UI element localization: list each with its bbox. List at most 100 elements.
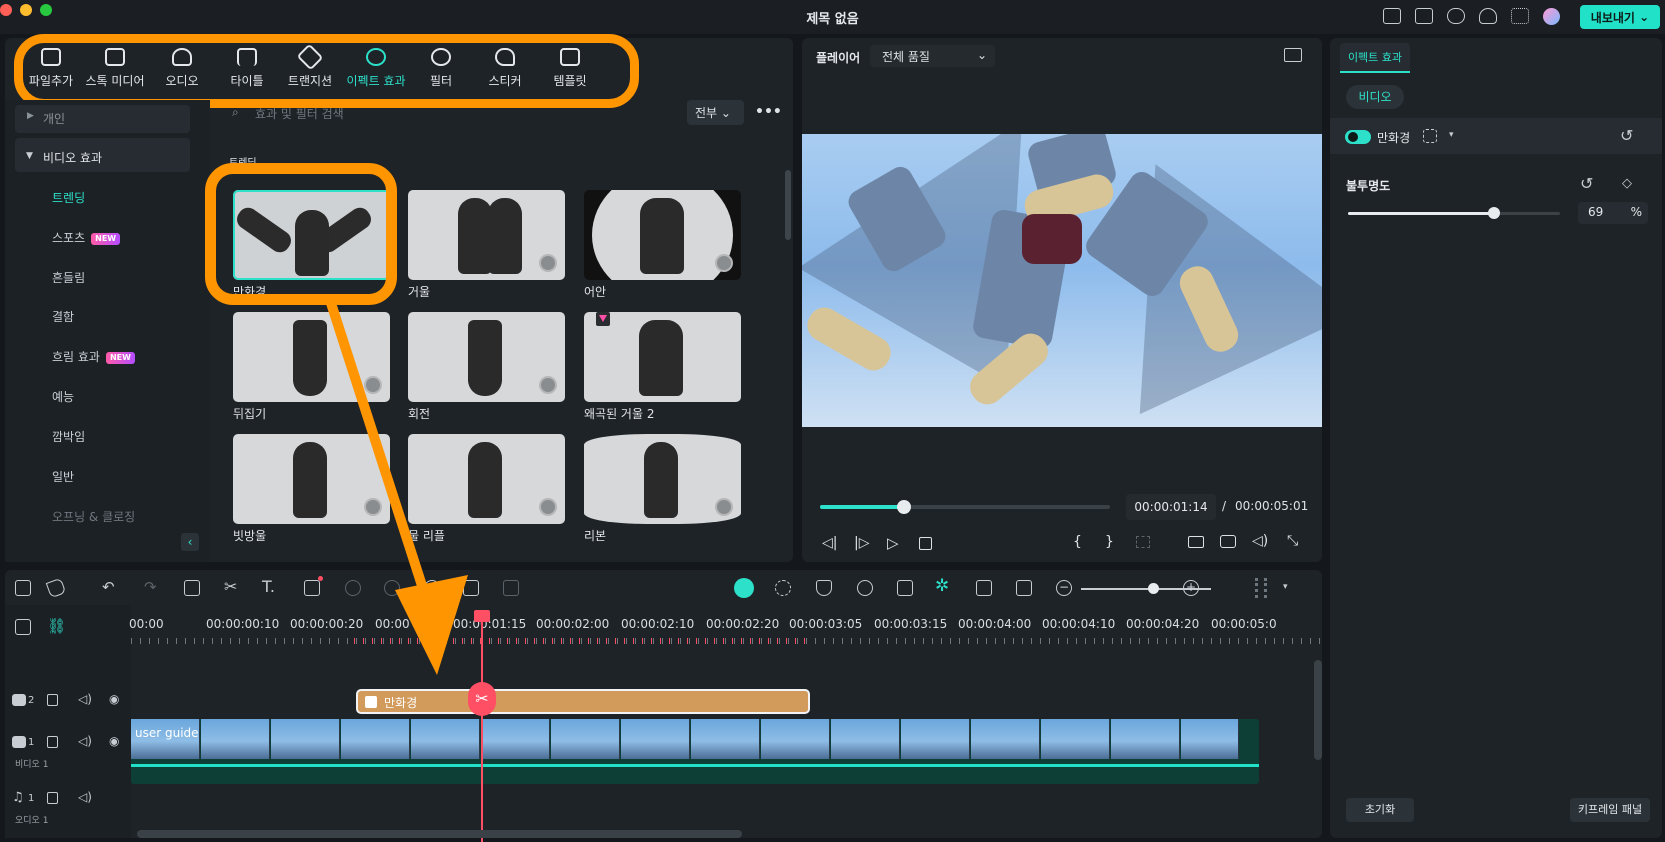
mark-out-icon[interactable]: } — [1105, 534, 1114, 550]
speaker-icon[interactable]: ◁) — [78, 692, 92, 706]
caret-down-icon[interactable]: ▾ — [1283, 582, 1288, 592]
render-preview-icon[interactable] — [775, 580, 791, 596]
delete-trash-icon[interactable] — [184, 580, 200, 596]
tab-effects[interactable]: 이펙트 효과 — [1340, 43, 1410, 73]
caret-down-icon[interactable]: ▾ — [1449, 130, 1454, 140]
playback-scrubber-handle[interactable] — [897, 500, 912, 514]
effect-label: 리본 — [584, 529, 607, 543]
keyframe-diamond-icon[interactable]: ◇ — [1622, 176, 1632, 191]
export-button[interactable]: 내보내기 ⌄ — [1580, 5, 1660, 29]
sidebar-personal-row[interactable] — [15, 105, 190, 133]
account-avatar-icon[interactable] — [1543, 8, 1560, 25]
effect-thumb-fisheye[interactable] — [584, 190, 741, 280]
headset-icon[interactable] — [1479, 8, 1497, 24]
sidebar-item-sports[interactable]: 스포츠 NEW — [52, 229, 121, 246]
display-icon[interactable] — [1188, 536, 1204, 548]
stop-icon[interactable] — [919, 537, 932, 550]
eye-icon[interactable]: ◉ — [109, 692, 119, 706]
effect-thumb-ribbon[interactable] — [584, 434, 741, 524]
current-time-field[interactable]: 00:00:01:14 — [1126, 494, 1216, 520]
browser-scrollbar[interactable] — [785, 170, 791, 240]
effect-clip[interactable]: 만화경 — [356, 689, 810, 714]
microphone-icon[interactable] — [857, 580, 873, 596]
subtab-video[interactable]: 비디오 — [1346, 85, 1404, 109]
clip-frame-thumbnail — [1041, 719, 1110, 759]
fit-timeline-icon[interactable] — [1016, 580, 1032, 596]
search-input[interactable]: 효과 및 필터 검색 — [255, 105, 344, 122]
more-options-icon[interactable]: ••• — [755, 104, 782, 120]
shield-marker-icon[interactable] — [816, 580, 832, 596]
collapse-sidebar-icon[interactable]: ‹ — [181, 533, 199, 551]
apps-grid-icon[interactable] — [1511, 8, 1529, 24]
layout-icon[interactable] — [1383, 8, 1401, 24]
cloud-upload-icon[interactable] — [1447, 8, 1465, 24]
sidebar-item-entertainment[interactable]: 예능 — [52, 388, 74, 405]
next-frame-icon[interactable]: |▷ — [854, 535, 869, 551]
preview-eye-icon[interactable] — [976, 580, 992, 596]
previous-frame-icon[interactable]: ◁| — [822, 535, 837, 551]
effect-label: 왜곡된 거울 2 — [584, 407, 655, 421]
sidebar-item-blur[interactable]: 흐림 효과 NEW — [52, 348, 135, 365]
title-bar: 제목 없음 내보내기 ⌄ — [0, 0, 1665, 34]
undo-icon[interactable]: ↶ — [102, 578, 115, 596]
play-icon[interactable]: ▷ — [887, 534, 899, 552]
sidebar-item-trending[interactable]: 트렌딩 — [52, 189, 85, 206]
track-height-icon[interactable] — [1255, 578, 1267, 598]
sidebar-item-shake[interactable]: 흔들림 — [52, 269, 85, 286]
timeline-vertical-scrollbar[interactable] — [1314, 660, 1322, 760]
eye-icon[interactable]: ◉ — [109, 734, 119, 748]
add-track-icon[interactable] — [15, 619, 31, 635]
save-icon[interactable] — [1415, 8, 1433, 24]
opacity-slider-track[interactable] — [1348, 212, 1560, 215]
keyframe-panel-button[interactable]: 키프레임 패널 — [1570, 798, 1650, 822]
scope-chart-icon[interactable] — [1284, 48, 1302, 62]
audio-list-icon[interactable] — [897, 580, 913, 596]
volume-icon[interactable]: ◁) — [1252, 533, 1268, 549]
magnet-snap-icon[interactable]: ✲ — [935, 576, 949, 596]
reset-opacity-icon[interactable]: ↺ — [1580, 174, 1593, 193]
opacity-input[interactable]: 69% — [1578, 202, 1648, 224]
zoom-out-icon[interactable]: − — [1056, 580, 1072, 596]
reset-effect-icon[interactable]: ↺ — [1620, 126, 1633, 145]
video-preview — [802, 134, 1322, 427]
lock-icon[interactable] — [47, 694, 58, 706]
reset-button[interactable]: 초기화 — [1346, 798, 1414, 822]
sidebar-personal[interactable]: 개인 — [43, 110, 65, 127]
playhead-line[interactable] — [481, 612, 483, 842]
download-icon[interactable] — [539, 376, 557, 394]
clip-frame-thumbnail — [621, 719, 690, 759]
sidebar-item-opening-closing[interactable]: 오프닝 & 클로징 — [52, 508, 135, 525]
mask-icon[interactable] — [1423, 129, 1437, 143]
speaker-icon[interactable]: ◁) — [78, 790, 92, 804]
zoom-slider-handle[interactable] — [1148, 583, 1159, 594]
sidebar-item-flicker[interactable]: 깜박임 — [52, 428, 85, 445]
speaker-icon[interactable]: ◁) — [78, 734, 92, 748]
link-icon[interactable]: ⛓ — [47, 617, 66, 635]
download-icon[interactable] — [539, 498, 557, 516]
filter-dropdown[interactable]: 전부 ⌄ — [687, 100, 744, 125]
layout-grid-icon[interactable] — [15, 580, 31, 596]
ai-robot-icon[interactable] — [734, 578, 754, 598]
sidebar-video-effects[interactable]: 비디오 효과 — [43, 149, 102, 166]
download-icon[interactable] — [539, 254, 557, 272]
fullscreen-icon[interactable]: ⤡ — [1287, 533, 1298, 549]
playback-progress-track[interactable] — [820, 505, 1110, 509]
snapshot-camera-icon[interactable] — [1220, 535, 1236, 548]
sidebar-item-glitch[interactable]: 결함 — [52, 308, 74, 325]
scissors-icon[interactable]: ✂ — [224, 577, 237, 596]
quality-dropdown[interactable]: 전체 품질 ⌄ — [870, 45, 995, 67]
download-icon[interactable] — [715, 254, 733, 272]
effect-label: 빗방울 — [233, 529, 267, 543]
effect-thumb-mirror[interactable] — [408, 190, 565, 280]
lock-icon[interactable] — [47, 792, 58, 804]
download-icon[interactable] — [715, 498, 733, 516]
text-icon[interactable]: T. — [262, 577, 275, 596]
zoom-in-icon[interactable]: + — [1183, 580, 1199, 596]
sidebar-group-row[interactable] — [15, 138, 190, 172]
sidebar-item-general[interactable]: 일반 — [52, 468, 74, 485]
effect-thumb-distorted-mirror-2[interactable] — [584, 312, 741, 402]
mark-in-icon[interactable]: { — [1073, 534, 1082, 550]
timeline-horizontal-scrollbar[interactable] — [137, 830, 742, 838]
effect-enable-toggle[interactable] — [1345, 130, 1371, 144]
lock-icon[interactable] — [47, 736, 58, 748]
